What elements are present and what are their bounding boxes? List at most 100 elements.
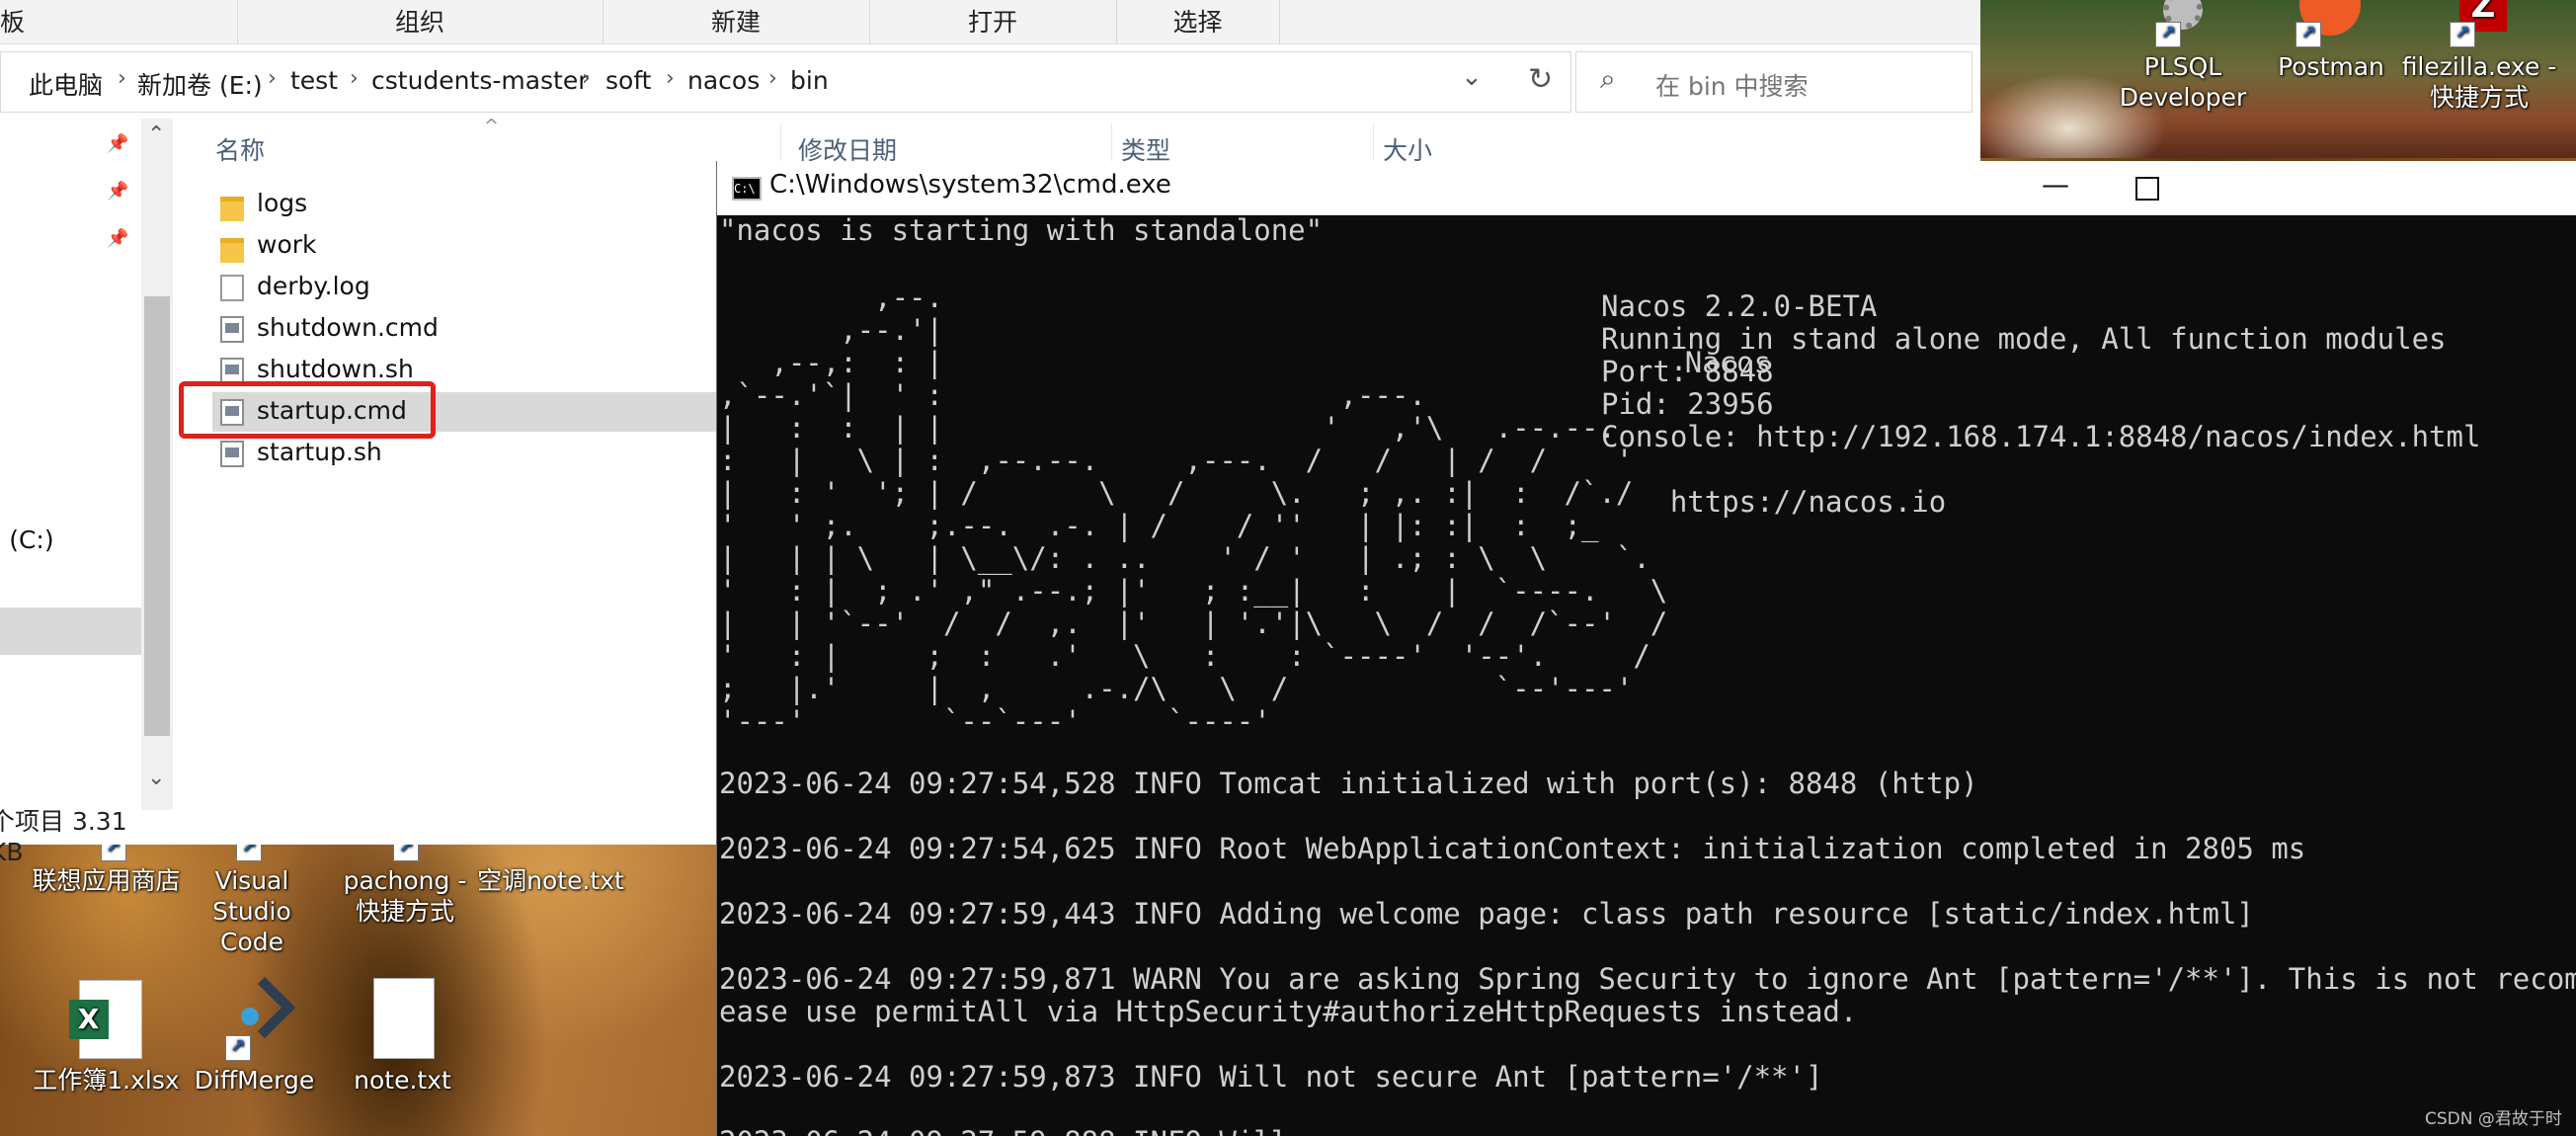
minimize-button[interactable]: — xyxy=(2011,161,2100,214)
ribbon-bar: 剪贴板 组织 新建 打开 选择 xyxy=(0,0,1980,44)
ribbon-tab-select[interactable]: 选择 xyxy=(1116,0,1279,43)
desktop-icon-label: PLSQL Developer xyxy=(2119,52,2247,112)
nacos-website: https://nacos.io xyxy=(1601,485,1947,519)
status-bar-text: 个项目 3.31 KB xyxy=(0,807,127,866)
cmd-title-bar[interactable]: C:\ C:\Windows\system32\cmd.exe — xyxy=(717,161,2576,215)
folder-icon xyxy=(220,197,244,221)
server-mode: Running in stand alone mode, All functio… xyxy=(1601,322,2447,356)
server-version: Nacos 2.2.0-BETA xyxy=(1601,289,1878,323)
nav-scrollbar[interactable]: ⌃ ⌄ xyxy=(141,119,173,810)
excel-icon: X xyxy=(67,978,146,1061)
breadcrumb-bin[interactable]: bin xyxy=(790,66,829,95)
breadcrumb-chevron-icon[interactable]: › xyxy=(768,66,777,91)
pin-icon[interactable]: 📌 xyxy=(107,228,128,249)
breadcrumb-test[interactable]: test xyxy=(290,66,338,95)
nav-item-selected[interactable] xyxy=(0,608,141,655)
address-bar[interactable]: 此电脑 › 新加卷 (E:) › test › cstudents-master… xyxy=(0,51,1528,113)
desktop-icon-aircon-note[interactable]: 空调note.txt xyxy=(474,842,627,896)
desktop-icon-label: 工作簿1.xlsx xyxy=(33,1066,180,1095)
search-box[interactable]: ⌕ 在 bin 中搜索 xyxy=(1575,51,1972,113)
desktop-icon-postman[interactable]: ↗ Postman xyxy=(2272,0,2390,82)
folder-shortcut-icon: ↗ xyxy=(365,836,444,861)
server-pid: Pid: 23956 xyxy=(1601,387,1774,421)
log-line: ease use permitAll via HttpSecurity#auth… xyxy=(719,995,1858,1028)
desktop-icon-plsql[interactable]: ↗ PLSQL Developer xyxy=(2119,0,2247,113)
cmd-window-title: C:\Windows\system32\cmd.exe xyxy=(769,170,1171,200)
ribbon-tab-open[interactable]: 打开 xyxy=(869,0,1116,43)
scrollbar-thumb[interactable] xyxy=(144,296,170,736)
breadcrumb-chevron-icon[interactable]: › xyxy=(350,66,359,91)
desktop-icon-filezilla[interactable]: Z ↗ filezilla.exe - 快捷方式 xyxy=(2400,0,2558,113)
watermark-text: CSDN @君故于时 xyxy=(2425,1109,2562,1129)
console-output[interactable]: "nacos is starting with standalone" ,--.… xyxy=(717,214,2576,1136)
breadcrumb-chevron-icon[interactable]: › xyxy=(268,66,277,91)
ribbon-tab-organize[interactable]: 组织 xyxy=(237,0,603,43)
desktop-icon-workbook[interactable]: X 工作簿1.xlsx xyxy=(30,978,183,1095)
log-line: 2023-06-24 09:27:59,871 WARN You are ask… xyxy=(719,962,2576,996)
desktop-icon-label: DiffMerge xyxy=(194,1066,315,1095)
maximize-button[interactable] xyxy=(2100,161,2189,214)
cmd-window: C:\ C:\Windows\system32\cmd.exe — "nacos… xyxy=(716,161,2576,1136)
sort-ascending-icon: ^ xyxy=(484,116,500,136)
log-line: 2023-06-24 09:27:59,873 INFO Will not se… xyxy=(719,1060,1823,1094)
vscode-icon: ↗ xyxy=(212,836,291,861)
log-line: 2023-06-24 09:27:59,443 INFO Adding welc… xyxy=(719,897,2254,931)
file-name: shutdown.sh xyxy=(257,355,414,383)
file-name: shutdown.cmd xyxy=(257,313,439,342)
console-line: "nacos is starting with standalone" xyxy=(719,214,1324,247)
breadcrumb-cstudents-master[interactable]: cstudents-master xyxy=(371,66,589,95)
cmd-script-icon xyxy=(220,316,244,343)
diffmerge-icon: ↗ xyxy=(215,976,295,1061)
breadcrumb-nacos[interactable]: nacos xyxy=(687,66,760,95)
pin-icon[interactable]: 📌 xyxy=(107,181,128,202)
ribbon-divider xyxy=(1279,0,1280,43)
cmd-script-icon xyxy=(220,441,244,467)
scroll-down-arrow-icon[interactable]: ⌄ xyxy=(147,766,165,790)
server-port: Port: 8848 xyxy=(1601,355,1774,388)
breadcrumb-soft[interactable]: soft xyxy=(605,66,651,95)
file-row-shutdown-cmd[interactable]: shutdown.cmd xyxy=(212,309,726,349)
console-url: Console: http://192.168.174.1:8848/nacos… xyxy=(1601,420,2481,453)
desktop-icon-label: pachong - 快捷方式 xyxy=(343,866,467,926)
file-row-startup-sh[interactable]: startup.sh xyxy=(212,434,726,473)
refresh-button[interactable]: ↻ xyxy=(1511,51,1571,113)
log-line: 2023-06-24 09:27:54,625 INFO Root WebApp… xyxy=(719,832,2306,865)
text-file-icon xyxy=(363,978,443,1061)
pin-icon[interactable]: 📌 xyxy=(107,133,128,154)
address-dropdown-chevron-icon[interactable]: ⌄ xyxy=(1461,62,1483,92)
postman-icon: ↗ xyxy=(2292,0,2371,47)
filezilla-icon: Z ↗ xyxy=(2440,0,2519,47)
breadcrumb-this-pc[interactable]: 此电脑 xyxy=(29,66,103,102)
file-row-work[interactable]: work xyxy=(212,226,726,266)
nav-item-drive-c[interactable]: D (C:) xyxy=(0,526,54,554)
plsql-developer-icon: ↗ xyxy=(2143,0,2222,47)
file-name: startup.sh xyxy=(257,438,382,466)
desktop-icon-label: Visual Studio Code xyxy=(212,866,291,956)
desktop-icon-label: Postman xyxy=(2278,52,2384,81)
file-name: work xyxy=(257,230,317,259)
breadcrumb-chevron-icon[interactable]: › xyxy=(666,66,675,91)
ribbon-partial-label: 剪贴板 xyxy=(0,8,26,37)
ribbon-tab-new[interactable]: 新建 xyxy=(603,0,869,43)
desktop-icon-pachong[interactable]: ↗ pachong - 快捷方式 xyxy=(331,836,479,927)
nav-item-partial[interactable]: ) xyxy=(0,716,2,745)
file-name: derby.log xyxy=(257,272,370,300)
desktop-icon-note[interactable]: note.txt xyxy=(331,978,474,1095)
desktop-icon-vscode[interactable]: ↗ Visual Studio Code xyxy=(178,836,326,957)
text-file-icon xyxy=(512,842,591,861)
cmd-app-icon: C:\ xyxy=(732,177,762,201)
folder-icon xyxy=(220,238,244,263)
desktop-icon-label: note.txt xyxy=(354,1066,451,1095)
document-icon xyxy=(220,275,244,301)
breadcrumb-volume-e[interactable]: 新加卷 (E:) xyxy=(137,66,263,102)
column-header-name[interactable]: 名称 xyxy=(215,131,265,167)
breadcrumb-chevron-icon[interactable]: › xyxy=(582,66,591,91)
desktop-icon-label: filezilla.exe - 快捷方式 xyxy=(2401,52,2557,112)
breadcrumb-chevron-icon[interactable]: › xyxy=(118,66,126,91)
scroll-up-arrow-icon[interactable]: ⌃ xyxy=(147,122,165,147)
file-row-logs[interactable]: logs xyxy=(212,185,726,224)
log-line: 2023-06-24 09:27:54,528 INFO Tomcat init… xyxy=(719,767,1978,800)
desktop-icon-diffmerge[interactable]: ↗ DiffMerge xyxy=(183,976,326,1095)
file-row-derby-log[interactable]: derby.log xyxy=(212,268,726,307)
desktop-icon-partial[interactable] xyxy=(0,978,20,1065)
